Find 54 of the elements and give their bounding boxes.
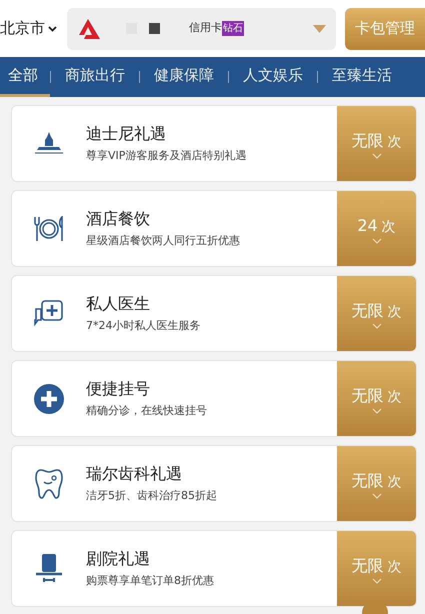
usage-unit: 次	[388, 388, 402, 406]
chevron-down-icon	[372, 152, 382, 158]
usage-unit: 次	[388, 302, 402, 322]
benefit-description: 精确分诊，在线快速挂号	[86, 402, 208, 418]
medical-cross-icon	[33, 382, 65, 414]
top-hat-icon	[35, 552, 63, 584]
benefit-title: 剧院礼遇	[86, 548, 151, 570]
benefit-description: 尊享VIP游客服务及酒店特别礼遇	[86, 148, 248, 164]
benefit-description: 星级酒店餐饮两人同行五折优惠	[86, 232, 241, 248]
usage-unit: 次	[388, 558, 402, 576]
usage-unit: 次	[388, 472, 402, 492]
card-type-label: 信用卡	[189, 20, 222, 36]
bank-logo-icon	[79, 18, 101, 38]
benefit-card[interactable]: 便捷挂号 精确分诊，在线快速挂号 无限 次	[11, 360, 417, 437]
benefit-description: 购票尊享单笔订单8折优惠	[86, 572, 215, 588]
usage-count: 无限	[352, 470, 384, 492]
benefit-title: 瑞尔齿科礼遇	[86, 462, 183, 484]
category-tab[interactable]: 人文娱乐	[229, 57, 317, 97]
dropdown-triangle-icon	[313, 24, 326, 32]
benefit-card[interactable]: 酒店餐饮 星级酒店餐饮两人同行五折优惠 24 次	[11, 190, 417, 267]
chevron-down-icon	[48, 26, 57, 32]
chevron-down-icon	[372, 322, 382, 328]
benefit-card[interactable]: 私人医生 7*24小时私人医生服务 无限 次	[11, 275, 417, 352]
chevron-down-icon	[372, 492, 382, 498]
benefit-title: 迪士尼礼遇	[86, 122, 167, 144]
benefit-card[interactable]: 迪士尼礼遇 尊享VIP游客服务及酒店特别礼遇 无限 次	[11, 105, 417, 182]
usage-count: 无限	[352, 554, 384, 576]
medical-chat-icon	[33, 298, 65, 328]
usage-count: 无限	[352, 384, 384, 406]
usage-count: 24	[357, 214, 378, 236]
benefit-description: 洁牙5折、齿科治疗85折起	[86, 488, 218, 504]
benefit-title: 酒店餐饮	[86, 208, 151, 230]
chevron-down-icon	[372, 408, 382, 414]
category-tab[interactable]: 全部	[0, 57, 50, 97]
tooth-icon	[35, 468, 63, 500]
chevron-down-icon	[372, 578, 382, 584]
chevron-down-icon	[372, 238, 382, 244]
city-label[interactable]: 北京市	[0, 17, 45, 40]
benefit-title: 便捷挂号	[86, 378, 151, 400]
category-tab[interactable]: 至臻生活	[318, 57, 406, 97]
benefit-description: 7*24小时私人医生服务	[86, 318, 202, 334]
benefit-card[interactable]: 剧院礼遇 购票尊享单笔订单8折优惠 无限 次	[11, 530, 417, 607]
usage-count: 无限	[352, 300, 384, 322]
benefit-card[interactable]: 瑞尔齿科礼遇 洁牙5折、齿科治疗85折起 无限 次	[11, 445, 417, 522]
usage-count: 无限	[352, 130, 384, 152]
plate-cutlery-icon	[33, 216, 65, 242]
category-tab[interactable]: 商旅出行	[51, 57, 139, 97]
usage-unit: 次	[388, 132, 402, 152]
category-tab[interactable]: 健康保障	[140, 57, 228, 97]
masked-block	[149, 23, 160, 34]
usage-unit: 次	[382, 218, 396, 236]
benefit-title: 私人医生	[86, 292, 151, 314]
card-selector[interactable]: 信用卡钻石	[67, 8, 336, 50]
tier-badge: 钻石	[222, 21, 244, 36]
